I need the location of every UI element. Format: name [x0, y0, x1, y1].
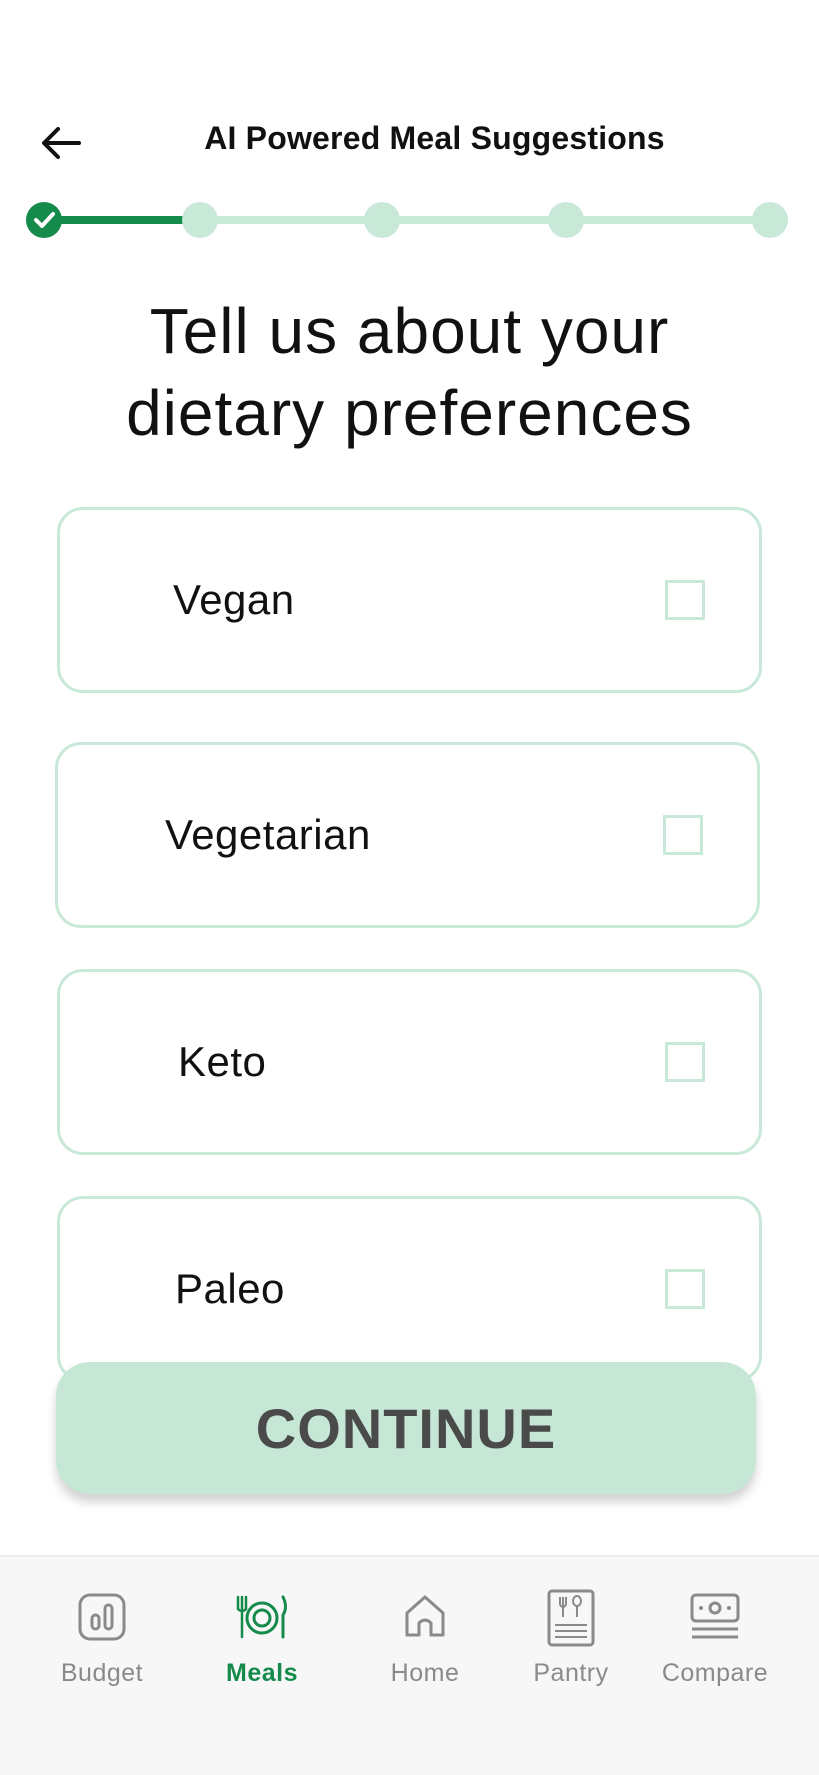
arrow-left-icon	[42, 127, 81, 159]
pantry-menu-icon	[547, 1589, 595, 1647]
option-vegetarian[interactable]: Vegetarian	[55, 742, 760, 928]
bottom-nav: Budget Meals Home Pantry Compare	[0, 1555, 819, 1775]
step-4	[548, 202, 584, 238]
option-label: Keto	[178, 1038, 267, 1085]
nav-meals[interactable]: Meals	[187, 1587, 337, 1697]
progress-stepper	[26, 202, 788, 238]
vegan-checkbox[interactable]	[665, 580, 705, 620]
compare-money-icon	[690, 1593, 740, 1639]
step-5	[752, 202, 788, 238]
nav-home[interactable]: Home	[350, 1587, 500, 1697]
option-label: Vegan	[173, 576, 295, 623]
nav-pantry[interactable]: Pantry	[496, 1587, 646, 1697]
continue-button[interactable]: CONTINUE	[56, 1362, 756, 1494]
nav-label: Compare	[661, 1659, 769, 1687]
page-title: AI Powered Meal Suggestions	[204, 120, 665, 156]
nav-budget[interactable]: Budget	[27, 1587, 177, 1697]
nav-label: Home	[390, 1659, 460, 1687]
step-2	[182, 202, 218, 238]
option-paleo[interactable]: Paleo	[57, 1196, 762, 1382]
budget-chart-icon	[78, 1593, 126, 1641]
vegetarian-checkbox[interactable]	[663, 815, 703, 855]
header: AI Powered Meal Suggestions	[0, 0, 819, 190]
home-icon	[405, 1595, 445, 1637]
option-keto[interactable]: Keto	[57, 969, 762, 1155]
question-heading: Tell us about your dietary preferences	[40, 290, 779, 454]
nav-label: Pantry	[533, 1659, 609, 1687]
continue-label: CONTINUE	[255, 1396, 557, 1460]
meals-plate-icon	[236, 1595, 287, 1639]
question-line-2: dietary preferences	[126, 377, 693, 449]
step-1-complete	[26, 202, 62, 238]
question-line-1: Tell us about your	[149, 295, 670, 367]
option-label: Paleo	[175, 1265, 285, 1312]
step-3	[364, 202, 400, 238]
option-vegan[interactable]: Vegan	[57, 507, 762, 693]
nav-compare[interactable]: Compare	[640, 1587, 790, 1697]
nav-label: Budget	[60, 1659, 144, 1687]
option-label: Vegetarian	[165, 811, 371, 858]
nav-label: Meals	[226, 1659, 298, 1687]
back-button[interactable]	[36, 118, 86, 168]
keto-checkbox[interactable]	[665, 1042, 705, 1082]
paleo-checkbox[interactable]	[665, 1269, 705, 1309]
